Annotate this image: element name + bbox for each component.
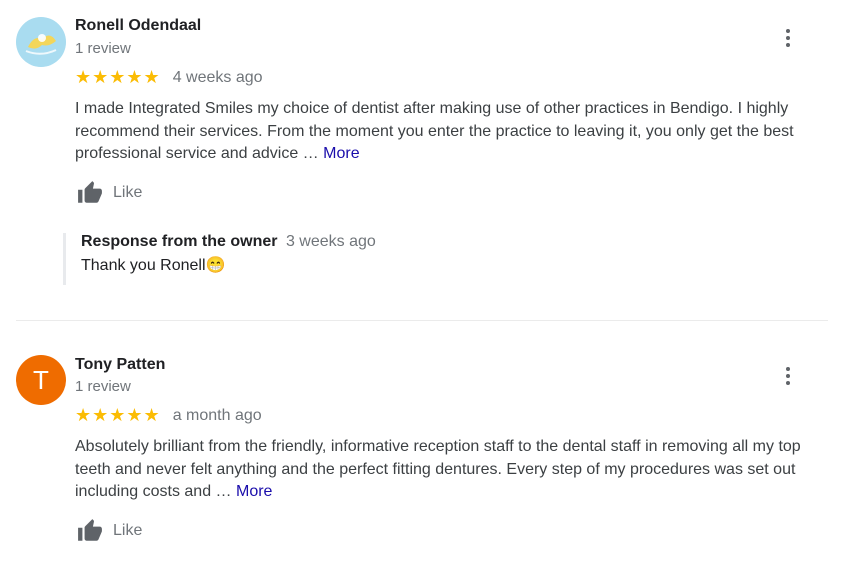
more-link[interactable]: More xyxy=(323,145,359,162)
avatar[interactable]: T xyxy=(16,355,66,405)
review-date: 4 weeks ago xyxy=(172,68,263,86)
more-vert-icon[interactable] xyxy=(778,364,798,388)
review-count[interactable]: 1 review xyxy=(75,378,131,395)
like-button[interactable]: Like xyxy=(75,180,142,206)
avatar-photo xyxy=(16,17,66,67)
star-rating: ★★★★★ xyxy=(75,67,161,87)
divider xyxy=(16,320,828,321)
avatar[interactable] xyxy=(16,17,66,67)
thumb-up-icon xyxy=(78,181,102,203)
review-body: I made Integrated Smiles my choice of de… xyxy=(75,100,794,162)
rating-row: ★★★★★ 4 weeks ago xyxy=(75,67,263,88)
review-count[interactable]: 1 review xyxy=(75,40,131,57)
review-date: a month ago xyxy=(172,406,262,424)
response-text: Thank you Ronell😁 xyxy=(81,257,226,274)
reviewer-name[interactable]: Ronell Odendaal xyxy=(75,17,201,35)
more-link[interactable]: More xyxy=(236,483,272,500)
review-text: Absolutely brilliant from the friendly, … xyxy=(75,436,825,504)
review-body: Absolutely brilliant from the friendly, … xyxy=(75,438,801,500)
like-button[interactable]: Like xyxy=(75,518,142,544)
reviewer-name[interactable]: Tony Patten xyxy=(75,356,165,374)
like-label: Like xyxy=(113,184,143,201)
response-title: Response from the owner xyxy=(81,233,278,250)
response-date: 3 weeks ago xyxy=(285,233,376,250)
more-vert-icon[interactable] xyxy=(778,26,798,50)
rating-row: ★★★★★ a month ago xyxy=(75,405,262,426)
like-label: Like xyxy=(113,522,143,539)
owner-response: Response from the owner 3 weeks ago Than… xyxy=(63,233,781,285)
thumb-up-icon xyxy=(78,519,102,541)
star-rating: ★★★★★ xyxy=(75,405,161,425)
review-text: I made Integrated Smiles my choice of de… xyxy=(75,98,825,166)
